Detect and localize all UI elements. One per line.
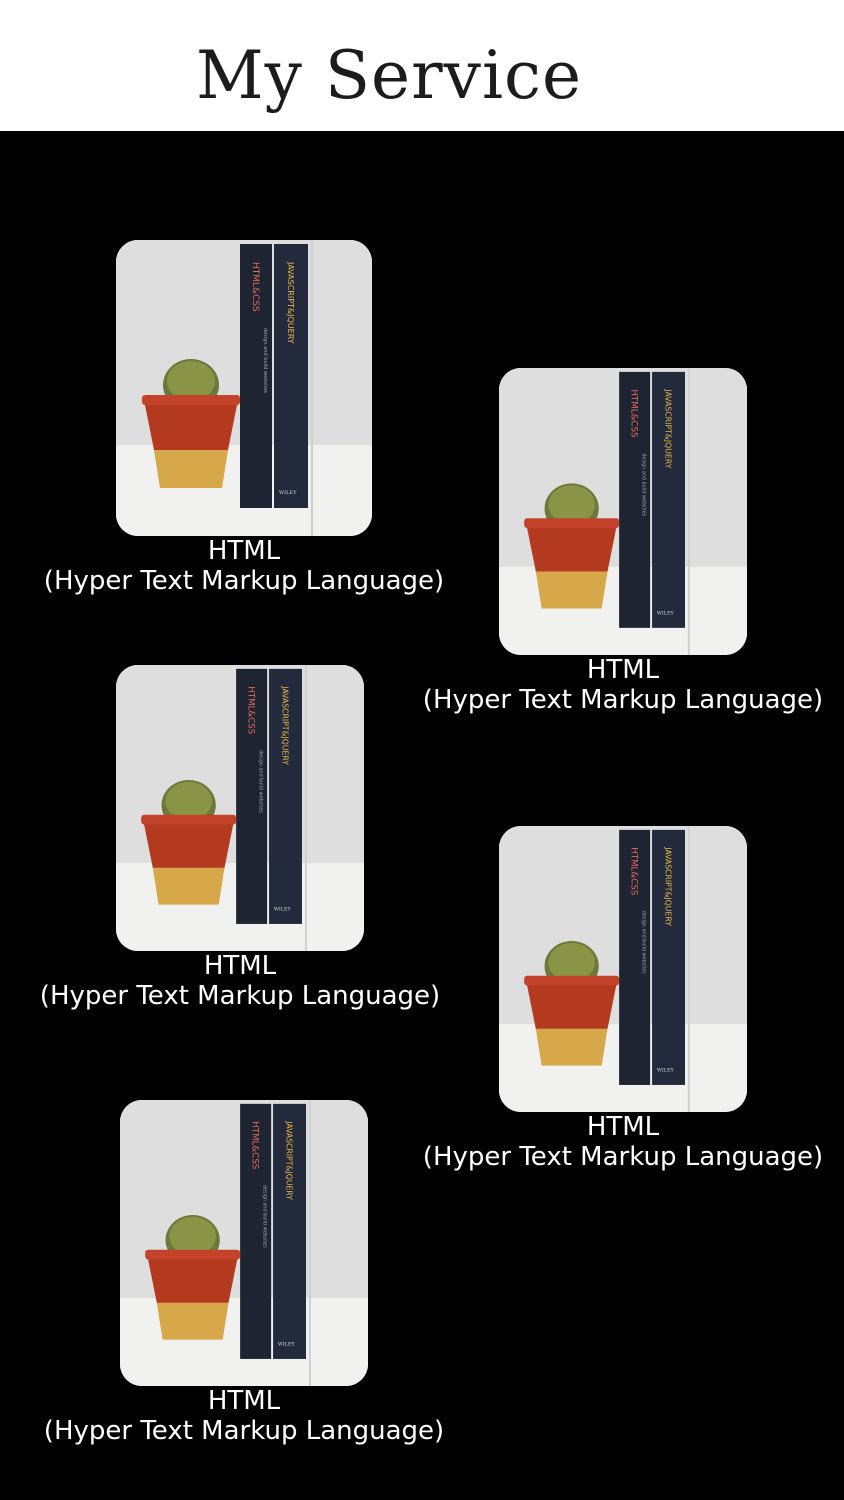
book-publisher: WILEY bbox=[278, 1341, 296, 1347]
service-image: HTML&CSS design and build websites JAVAS… bbox=[116, 665, 364, 951]
service-image: HTML&CSS design and build websites JAVAS… bbox=[499, 826, 747, 1112]
page-title: My Service bbox=[196, 37, 583, 114]
book-title-javascript-jquery: JAVASCRIPT&JQUERY bbox=[285, 1120, 294, 1200]
book-subtitle: design and build websites bbox=[640, 453, 646, 516]
book-title-javascript-jquery: JAVASCRIPT&JQUERY bbox=[664, 388, 673, 468]
service-image: HTML&CSS design and build websites JAVAS… bbox=[499, 368, 747, 655]
service-title: HTML bbox=[203, 951, 277, 981]
book-subtitle: design and build websites bbox=[261, 1185, 267, 1248]
service-caption: HTML (Hyper Text Markup Language) bbox=[413, 1112, 833, 1172]
service-title: HTML bbox=[586, 1112, 660, 1142]
book-title-javascript-jquery: JAVASCRIPT&JQUERY bbox=[664, 846, 673, 926]
service-subtitle: (Hyper Text Markup Language) bbox=[43, 566, 445, 596]
service-image: HTML&CSS design and build websites JAVAS… bbox=[116, 240, 372, 536]
service-caption: HTML (Hyper Text Markup Language) bbox=[34, 1386, 454, 1446]
book-subtitle: design and build websites bbox=[640, 911, 646, 974]
book-publisher: WILEY bbox=[279, 490, 297, 496]
service-image: HTML&CSS design and build websites JAVAS… bbox=[120, 1100, 368, 1386]
book-publisher: WILEY bbox=[274, 906, 292, 912]
header: My Service bbox=[0, 0, 844, 131]
service-subtitle: (Hyper Text Markup Language) bbox=[39, 981, 441, 1011]
book-title-html-css: HTML&CSS bbox=[629, 847, 639, 895]
service-caption: HTML (Hyper Text Markup Language) bbox=[413, 655, 833, 715]
book-subtitle: design and build websites bbox=[262, 328, 268, 393]
book-title-html-css: HTML&CSS bbox=[250, 262, 260, 312]
book-subtitle: design and build websites bbox=[257, 750, 263, 813]
book-title-html-css: HTML&CSS bbox=[246, 686, 256, 734]
service-caption: HTML (Hyper Text Markup Language) bbox=[34, 536, 454, 596]
service-subtitle: (Hyper Text Markup Language) bbox=[43, 1416, 445, 1446]
book-title-javascript-jquery: JAVASCRIPT&JQUERY bbox=[286, 261, 295, 344]
book-title-javascript-jquery: JAVASCRIPT&JQUERY bbox=[281, 685, 290, 765]
service-title: HTML bbox=[207, 1386, 281, 1416]
service-subtitle: (Hyper Text Markup Language) bbox=[422, 685, 824, 715]
book-publisher: WILEY bbox=[657, 610, 675, 616]
service-title: HTML bbox=[207, 536, 281, 566]
book-title-html-css: HTML&CSS bbox=[250, 1121, 260, 1169]
services-section: HTML&CSS design and build websites JAVAS… bbox=[0, 131, 844, 1500]
book-title-html-css: HTML&CSS bbox=[629, 389, 639, 438]
service-subtitle: (Hyper Text Markup Language) bbox=[422, 1142, 824, 1172]
service-caption: HTML (Hyper Text Markup Language) bbox=[30, 951, 450, 1011]
service-title: HTML bbox=[586, 655, 660, 685]
book-publisher: WILEY bbox=[657, 1067, 675, 1073]
